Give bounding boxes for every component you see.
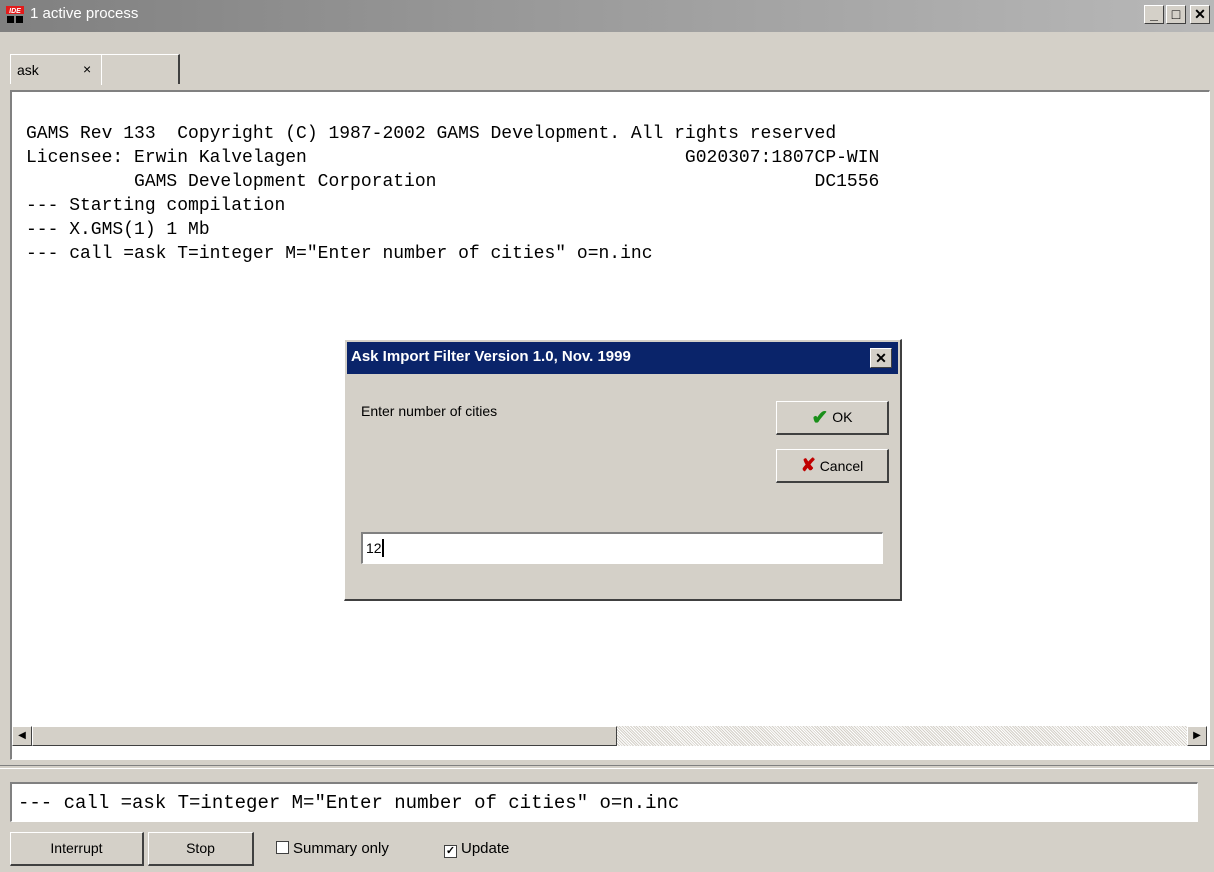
ask-import-dialog[interactable]: Ask Import Filter Version 1.0, Nov. 1999… (344, 339, 902, 601)
update-label: Update (461, 840, 510, 857)
tab-divider (101, 55, 102, 85)
update-checkbox[interactable]: ✓ Update (444, 840, 509, 858)
log-line: --- call =ask T=integer M="Enter number … (26, 244, 653, 264)
scroll-left-icon[interactable]: ◀ (12, 726, 32, 746)
scrollbar-thumb[interactable] (32, 726, 617, 746)
window-close-button[interactable]: ✕ (1190, 5, 1210, 24)
answer-input[interactable]: 12 (361, 532, 883, 564)
log-line: Licensee: Erwin Kalvelagen G020307:1807C… (26, 148, 880, 168)
cancel-button[interactable]: ✘ Cancel (776, 449, 889, 483)
tab-ask[interactable]: ask × (10, 54, 180, 85)
window-title: 1 active process (30, 5, 139, 22)
ide-app-icon: IDE (6, 6, 24, 24)
summary-only-label: Summary only (293, 840, 389, 857)
divider (0, 765, 1214, 769)
dialog-title-bar[interactable]: Ask Import Filter Version 1.0, Nov. 1999… (347, 342, 898, 374)
scroll-right-icon[interactable]: ▶ (1187, 726, 1207, 746)
check-icon: ✔ (811, 407, 829, 429)
log-line: --- X.GMS(1) 1 Mb (26, 220, 210, 240)
cancel-x-icon: ✘ (800, 455, 816, 475)
dialog-title: Ask Import Filter Version 1.0, Nov. 1999 (351, 348, 631, 365)
summary-only-box[interactable] (276, 841, 289, 854)
update-box[interactable]: ✓ (444, 845, 457, 858)
window-title-bar[interactable]: IDE 1 active process _ □ ✕ (0, 0, 1214, 32)
log-line: GAMS Development Corporation DC1556 (26, 172, 880, 192)
cancel-label: Cancel (819, 458, 864, 474)
svg-text:IDE: IDE (9, 8, 21, 15)
tab-close-icon[interactable]: × (83, 61, 91, 77)
text-caret (381, 539, 384, 557)
log-line: GAMS Rev 133 Copyright (C) 1987-2002 GAM… (26, 124, 837, 144)
tab-strip: ask × (0, 50, 1214, 88)
ok-button[interactable]: ✔ OK (776, 401, 889, 435)
log-line: --- Starting compilation (26, 196, 286, 216)
dialog-prompt: Enter number of cities (361, 403, 498, 419)
summary-only-checkbox[interactable]: Summary only (276, 840, 389, 857)
minimize-button[interactable]: _ (1144, 5, 1164, 24)
interrupt-button[interactable]: Interrupt (10, 832, 144, 866)
dialog-close-button[interactable]: ✕ (870, 348, 892, 368)
tab-label: ask (17, 62, 39, 78)
maximize-button[interactable]: □ (1166, 5, 1186, 24)
log-text: GAMS Rev 133 Copyright (C) 1987-2002 GAM… (26, 122, 879, 266)
horizontal-scrollbar[interactable]: ◀ ▶ (12, 726, 1207, 746)
current-status-field: --- call =ask T=integer M="Enter number … (10, 782, 1198, 822)
answer-value: 12 (366, 540, 382, 556)
status-text: --- call =ask T=integer M="Enter number … (18, 792, 680, 814)
stop-button[interactable]: Stop (148, 832, 254, 866)
ok-label: OK (832, 409, 853, 425)
